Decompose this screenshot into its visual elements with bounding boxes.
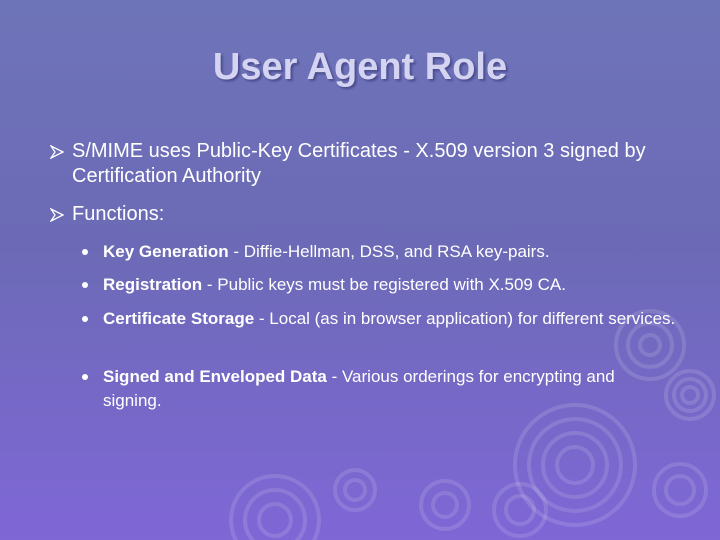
dot-bullet-icon — [82, 374, 88, 380]
bullet-text: S/MIME uses Public-Key Certificates - X.… — [72, 140, 646, 187]
sub-bullet-description: - Diffie-Hellman, DSS, and RSA key-pairs… — [228, 242, 550, 261]
slide: User Agent Role S/MIME uses Public-Key C… — [0, 0, 720, 540]
bullet-list: S/MIME uses Public-Key Certificates - X.… — [0, 0, 720, 540]
sub-bullet-term: Signed and Enveloped Data — [103, 367, 327, 386]
dot-bullet-icon — [82, 316, 88, 322]
sub-bullet-description: - Public keys must be registered with X.… — [202, 275, 566, 294]
sub-bullet-term: Key Generation — [103, 242, 229, 261]
dot-bullet-icon — [82, 282, 88, 288]
dot-bullet-icon — [82, 249, 88, 255]
sub-bullet-description: - Local (as in browser application) for … — [254, 309, 676, 328]
sub-bullet-term: Registration — [103, 275, 203, 294]
bullet-text: Functions: — [72, 203, 165, 225]
arrow-bullet-icon — [50, 145, 64, 159]
arrow-bullet-icon — [50, 208, 64, 222]
sub-bullet-term: Certificate Storage — [103, 309, 255, 328]
